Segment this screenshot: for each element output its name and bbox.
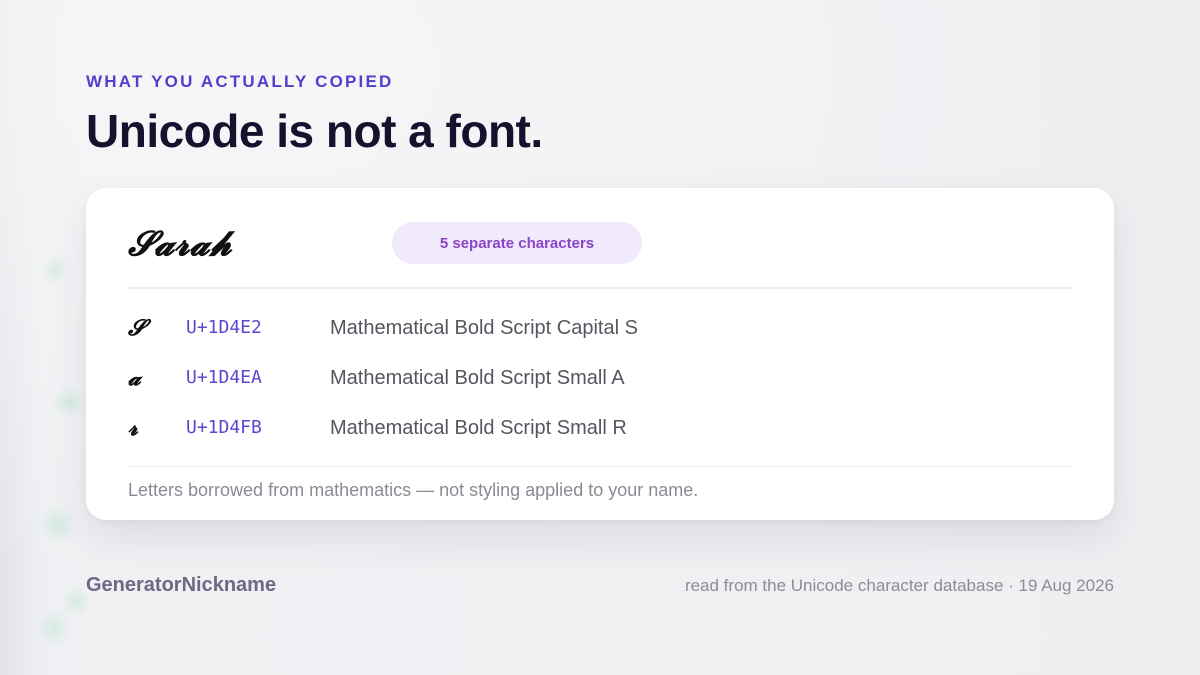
character-glyph: 𝓻 bbox=[128, 415, 139, 441]
source-note: read from the Unicode character database… bbox=[684, 576, 1114, 595]
page-title: Unicode is not a font. bbox=[86, 105, 543, 157]
styled-name: 𝓢𝓪𝓻𝓪𝓱 bbox=[128, 224, 232, 264]
codepoint: U+1D4E2 bbox=[186, 317, 262, 338]
character-glyph: 𝓪 bbox=[128, 365, 141, 391]
character-name: Mathematical Bold Script Capital S bbox=[330, 317, 638, 339]
codepoint: U+1D4FB bbox=[186, 417, 262, 438]
character-count-badge: 5 separate characters bbox=[392, 222, 642, 264]
slide: WHAT YOU ACTUALLY COPIED Unicode is not … bbox=[86, 0, 1114, 675]
character-row: 𝓻 U+1D4FB Mathematical Bold Script Small… bbox=[128, 408, 1072, 448]
character-glyph: 𝓢 bbox=[128, 315, 146, 341]
character-row: 𝓪 U+1D4EA Mathematical Bold Script Small… bbox=[128, 358, 1072, 398]
brand-name: GeneratorNickname bbox=[86, 574, 277, 596]
character-breakdown-card: 𝓢𝓪𝓻𝓪𝓱 5 separate characters 𝓢 U+1D4E2 Ma… bbox=[86, 188, 1114, 520]
eyebrow-label: WHAT YOU ACTUALLY COPIED bbox=[86, 72, 394, 91]
character-name: Mathematical Bold Script Small A bbox=[330, 367, 625, 389]
character-row: 𝓢 U+1D4E2 Mathematical Bold Script Capit… bbox=[128, 308, 1072, 348]
footnote: Letters borrowed from mathematics — not … bbox=[128, 480, 699, 500]
divider bbox=[128, 287, 1072, 289]
divider bbox=[128, 466, 1072, 467]
character-name: Mathematical Bold Script Small R bbox=[330, 417, 627, 439]
codepoint: U+1D4EA bbox=[186, 367, 262, 388]
